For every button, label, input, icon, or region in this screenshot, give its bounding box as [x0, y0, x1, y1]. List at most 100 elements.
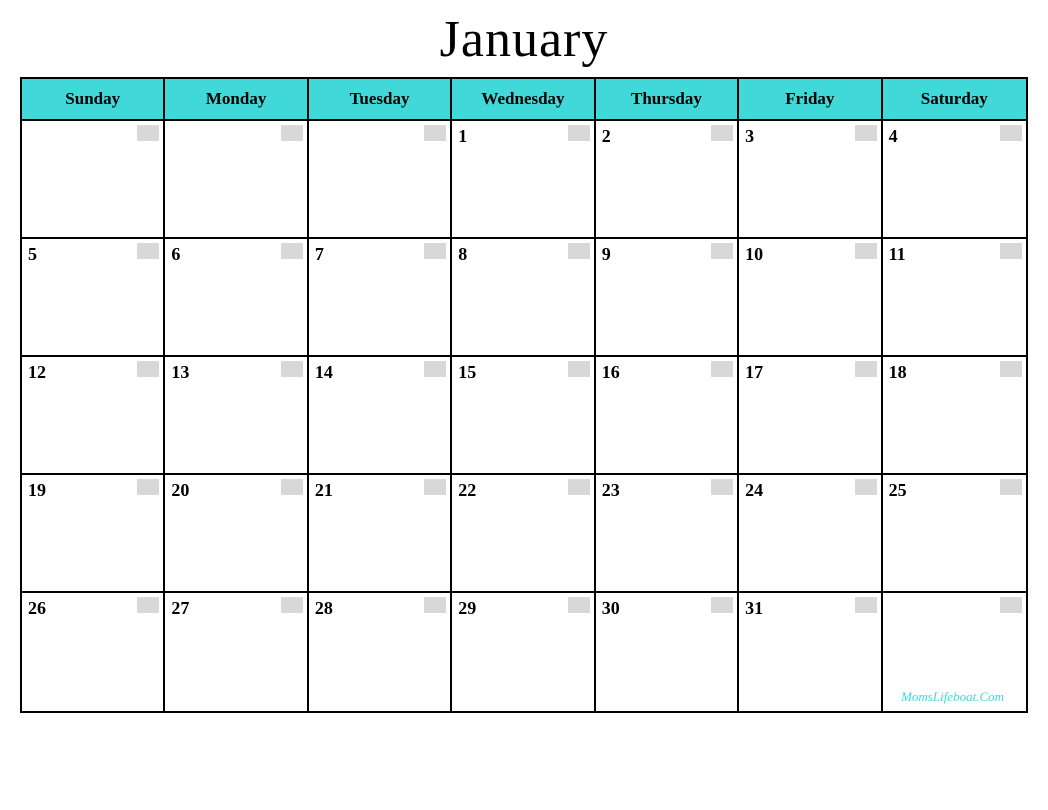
day-cell[interactable]: 16	[596, 357, 739, 475]
day-number: 23	[602, 480, 620, 500]
calendar-body: 1234567891011121314151617181920212223242…	[22, 121, 1026, 711]
corner-mark	[568, 361, 590, 377]
corner-mark	[137, 125, 159, 141]
corner-mark	[711, 479, 733, 495]
day-cell[interactable]: 24	[739, 475, 882, 593]
corner-mark	[137, 361, 159, 377]
corner-mark	[1000, 125, 1022, 141]
corner-mark	[1000, 479, 1022, 495]
day-cell[interactable]: 25	[883, 475, 1026, 593]
day-cell[interactable]: 20	[165, 475, 308, 593]
corner-mark	[568, 597, 590, 613]
day-number: 3	[745, 126, 754, 146]
header-tuesday: Tuesday	[309, 79, 452, 121]
day-cell[interactable]: 19	[22, 475, 165, 593]
corner-mark	[711, 125, 733, 141]
day-cell[interactable]: 9	[596, 239, 739, 357]
day-cell[interactable]	[309, 121, 452, 239]
corner-mark	[424, 597, 446, 613]
corner-mark	[424, 125, 446, 141]
day-cell[interactable]: 26	[22, 593, 165, 711]
day-cell[interactable]: 1	[452, 121, 595, 239]
day-cell[interactable]: 3	[739, 121, 882, 239]
day-cell[interactable]: 23	[596, 475, 739, 593]
day-cell[interactable]	[165, 121, 308, 239]
day-number: 11	[889, 244, 906, 264]
corner-mark	[711, 361, 733, 377]
day-number: 18	[889, 362, 907, 382]
day-cell[interactable]: 12	[22, 357, 165, 475]
day-cell[interactable]: 29	[452, 593, 595, 711]
day-number: 10	[745, 244, 763, 264]
day-cell[interactable]: 8	[452, 239, 595, 357]
corner-mark	[281, 125, 303, 141]
day-number: 4	[889, 126, 898, 146]
corner-mark	[855, 361, 877, 377]
corner-mark	[855, 479, 877, 495]
corner-mark	[424, 361, 446, 377]
day-number: 15	[458, 362, 476, 382]
corner-mark	[281, 479, 303, 495]
day-number: 27	[171, 598, 189, 618]
day-cell[interactable]: 15	[452, 357, 595, 475]
corner-mark	[424, 479, 446, 495]
day-number: 25	[889, 480, 907, 500]
corner-mark	[568, 125, 590, 141]
day-number: 7	[315, 244, 324, 264]
day-cell[interactable]: 30	[596, 593, 739, 711]
day-cell[interactable]: 7	[309, 239, 452, 357]
corner-mark	[568, 243, 590, 259]
header-sunday: Sunday	[22, 79, 165, 121]
day-number: 29	[458, 598, 476, 618]
day-cell[interactable]: 28	[309, 593, 452, 711]
day-cell[interactable]: 14	[309, 357, 452, 475]
day-cell[interactable]: 5	[22, 239, 165, 357]
watermark: MomsLifeboat.Com	[901, 689, 1004, 705]
day-number: 31	[745, 598, 763, 618]
day-number: 13	[171, 362, 189, 382]
header-wednesday: Wednesday	[452, 79, 595, 121]
day-number: 6	[171, 244, 180, 264]
day-number: 21	[315, 480, 333, 500]
corner-mark	[1000, 243, 1022, 259]
calendar-container: Sunday Monday Tuesday Wednesday Thursday…	[20, 77, 1028, 713]
corner-mark	[855, 243, 877, 259]
day-cell[interactable]: 11	[883, 239, 1026, 357]
day-number: 9	[602, 244, 611, 264]
corner-mark	[855, 125, 877, 141]
corner-mark	[137, 597, 159, 613]
day-number: 30	[602, 598, 620, 618]
day-cell[interactable]: 31	[739, 593, 882, 711]
corner-mark	[137, 479, 159, 495]
day-number: 28	[315, 598, 333, 618]
calendar-title: January	[440, 10, 609, 69]
day-cell[interactable]: 18	[883, 357, 1026, 475]
corner-mark	[137, 243, 159, 259]
day-cell[interactable]: 21	[309, 475, 452, 593]
day-number: 20	[171, 480, 189, 500]
day-cell[interactable]: 2	[596, 121, 739, 239]
header-thursday: Thursday	[596, 79, 739, 121]
day-number: 1	[458, 126, 467, 146]
day-cell[interactable]: 13	[165, 357, 308, 475]
day-number: 22	[458, 480, 476, 500]
calendar-wrapper: Sunday Monday Tuesday Wednesday Thursday…	[20, 77, 1028, 713]
day-number: 19	[28, 480, 46, 500]
corner-mark	[281, 597, 303, 613]
day-cell[interactable]: 10	[739, 239, 882, 357]
day-cell[interactable]: 22	[452, 475, 595, 593]
day-number: 16	[602, 362, 620, 382]
day-cell[interactable]: 4	[883, 121, 1026, 239]
day-cell[interactable]: 17	[739, 357, 882, 475]
day-number: 24	[745, 480, 763, 500]
corner-mark	[711, 243, 733, 259]
day-cell[interactable]: 6	[165, 239, 308, 357]
day-cell[interactable]	[22, 121, 165, 239]
corner-mark	[424, 243, 446, 259]
day-number: 17	[745, 362, 763, 382]
header-monday: Monday	[165, 79, 308, 121]
header-friday: Friday	[739, 79, 882, 121]
day-cell[interactable]: 27	[165, 593, 308, 711]
corner-mark	[711, 597, 733, 613]
day-number: 14	[315, 362, 333, 382]
